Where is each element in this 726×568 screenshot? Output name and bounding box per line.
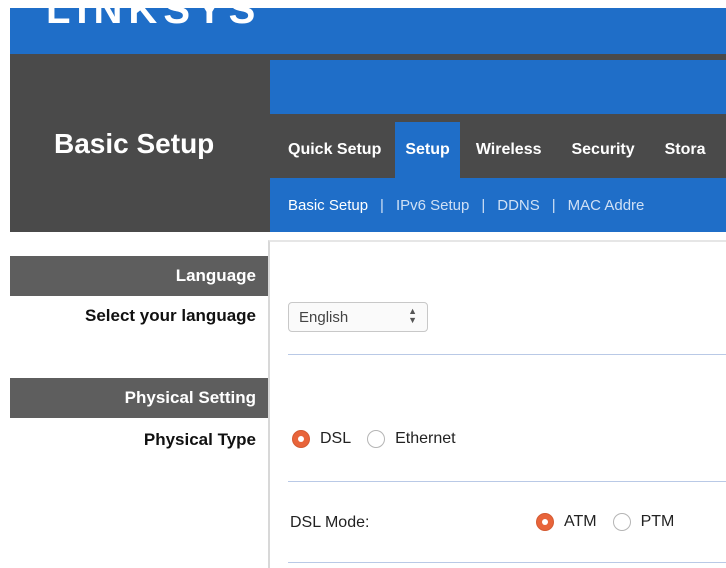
divider (288, 354, 726, 355)
subtab-basic-setup[interactable]: Basic Setup (288, 197, 368, 214)
radio-dsl[interactable] (292, 430, 310, 448)
divider (288, 481, 726, 482)
sub-tabs: Basic Setup | IPv6 Setup | DDNS | MAC Ad… (270, 178, 726, 232)
brand-banner: LINKSYS (10, 0, 726, 54)
radio-ethernet-label: Ethernet (395, 430, 456, 447)
radio-ptm-label: PTM (640, 513, 675, 530)
tab-setup[interactable]: Setup (395, 122, 460, 178)
main-tabs: Quick Setup Setup Wireless Security Stor… (270, 122, 726, 178)
subtab-mac-address[interactable]: MAC Addre (568, 197, 645, 214)
radio-dsl-label: DSL (320, 430, 352, 447)
radio-atm-label: ATM (564, 513, 597, 530)
language-select-value: English (299, 308, 349, 326)
label-select-language: Select your language (85, 306, 256, 325)
dsl-mode-options: ATM PTM (536, 513, 690, 531)
section-heading-language: Language (10, 256, 268, 296)
page-title: Basic Setup (54, 128, 215, 159)
radio-ptm[interactable] (612, 513, 631, 531)
subtab-separator: | (481, 196, 486, 214)
tab-wireless[interactable]: Wireless (460, 122, 556, 178)
physical-type-options: DSL Ethernet (292, 430, 472, 448)
radio-atm[interactable] (536, 513, 554, 531)
linksys-logo: LINKSYS (46, 0, 262, 32)
radio-ethernet[interactable] (367, 430, 386, 448)
header-blue-strip (270, 60, 726, 114)
language-select[interactable]: English ▲ ▼ (288, 302, 428, 332)
select-arrows-icon: ▲ ▼ (408, 306, 417, 325)
subtab-ddns[interactable]: DDNS (497, 197, 540, 214)
dsl-mode-label: DSL Mode: (290, 514, 370, 531)
label-physical-type: Physical Type (143, 430, 256, 449)
subtab-ipv6-setup[interactable]: IPv6 Setup (396, 197, 469, 214)
tab-quick-setup[interactable]: Quick Setup (270, 122, 395, 178)
divider (288, 562, 726, 563)
subtab-separator: | (380, 196, 384, 214)
tab-security[interactable]: Security (555, 122, 648, 178)
section-heading-physical-setting: Physical Setting (10, 378, 268, 418)
tab-storage[interactable]: Stora (649, 122, 720, 178)
subtab-separator: | (551, 196, 556, 214)
